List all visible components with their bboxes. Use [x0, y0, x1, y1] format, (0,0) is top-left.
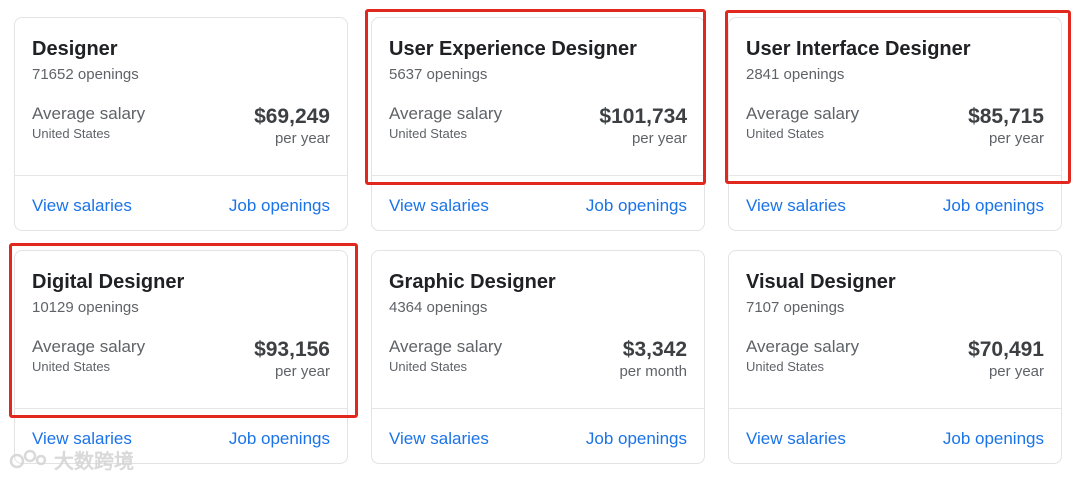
job-title: Designer [32, 38, 118, 60]
country-label: United States [389, 359, 468, 374]
salary-value: $93,156 [254, 338, 330, 361]
job-title: User Experience Designer [389, 38, 637, 60]
job-openings-link[interactable]: Job openings [229, 429, 330, 449]
job-openings-link[interactable]: Job openings [943, 429, 1044, 449]
job-card-graphic-designer: Graphic Designer 4364 openings Average s… [371, 250, 705, 464]
salary-period: per month [619, 363, 687, 380]
salary-value: $3,342 [622, 338, 687, 361]
job-openings-link[interactable]: Job openings [943, 196, 1044, 216]
country-label: United States [746, 359, 825, 374]
job-openings-link[interactable]: Job openings [229, 196, 330, 216]
view-salaries-link[interactable]: View salaries [389, 429, 489, 449]
job-card-user-interface-designer: User Interface Designer 2841 openings Av… [728, 17, 1062, 231]
view-salaries-link[interactable]: View salaries [746, 429, 846, 449]
average-salary-label: Average salary [389, 337, 503, 356]
card-summary: User Interface Designer 2841 openings Av… [729, 18, 1061, 176]
country-label: United States [389, 126, 468, 141]
average-salary-label: Average salary [32, 104, 146, 123]
card-summary: User Experience Designer 5637 openings A… [372, 18, 704, 176]
job-title: User Interface Designer [746, 38, 971, 60]
salary-value: $101,734 [599, 105, 687, 128]
country-label: United States [32, 359, 111, 374]
job-title: Visual Designer [746, 271, 896, 293]
salary-value: $69,249 [254, 105, 330, 128]
openings-count: 7107 openings [746, 299, 845, 316]
job-openings-link[interactable]: Job openings [586, 429, 687, 449]
salary-period: per year [274, 130, 330, 147]
salary-period: per year [631, 130, 687, 147]
average-salary-label: Average salary [389, 104, 503, 123]
job-card-designer: Designer 71652 openings Average salary U… [14, 17, 348, 231]
openings-count: 71652 openings [32, 66, 139, 83]
average-salary-label: Average salary [32, 337, 146, 356]
card-summary: Designer 71652 openings Average salary U… [15, 18, 347, 176]
job-card-visual-designer: Visual Designer 7107 openings Average sa… [728, 250, 1062, 464]
card-summary: Graphic Designer 4364 openings Average s… [372, 251, 704, 409]
job-title: Graphic Designer [389, 271, 556, 293]
watermark: 大数跨境 [8, 444, 134, 474]
average-salary-label: Average salary [746, 104, 860, 123]
job-title: Digital Designer [32, 271, 185, 293]
openings-count: 10129 openings [32, 299, 139, 316]
openings-count: 5637 openings [389, 66, 488, 83]
job-card-user-experience-designer: User Experience Designer 5637 openings A… [371, 17, 705, 231]
view-salaries-link[interactable]: View salaries [389, 196, 489, 216]
country-label: United States [32, 126, 111, 141]
salary-period: per year [988, 130, 1044, 147]
salary-period: per year [988, 363, 1044, 380]
openings-count: 2841 openings [746, 66, 845, 83]
view-salaries-link[interactable]: View salaries [746, 196, 846, 216]
salary-value: $85,715 [968, 105, 1044, 128]
openings-count: 4364 openings [389, 299, 488, 316]
view-salaries-link[interactable]: View salaries [32, 196, 132, 216]
salary-value: $70,491 [968, 338, 1044, 361]
watermark-text: 大数跨境 [54, 450, 134, 473]
country-label: United States [746, 126, 825, 141]
job-card-digital-designer: Digital Designer 10129 openings Average … [14, 250, 348, 464]
card-summary: Visual Designer 7107 openings Average sa… [729, 251, 1061, 409]
salary-period: per year [274, 363, 330, 380]
average-salary-label: Average salary [746, 337, 860, 356]
card-summary: Digital Designer 10129 openings Average … [15, 251, 347, 409]
watermark-logo-icon [9, 449, 47, 469]
job-openings-link[interactable]: Job openings [586, 196, 687, 216]
